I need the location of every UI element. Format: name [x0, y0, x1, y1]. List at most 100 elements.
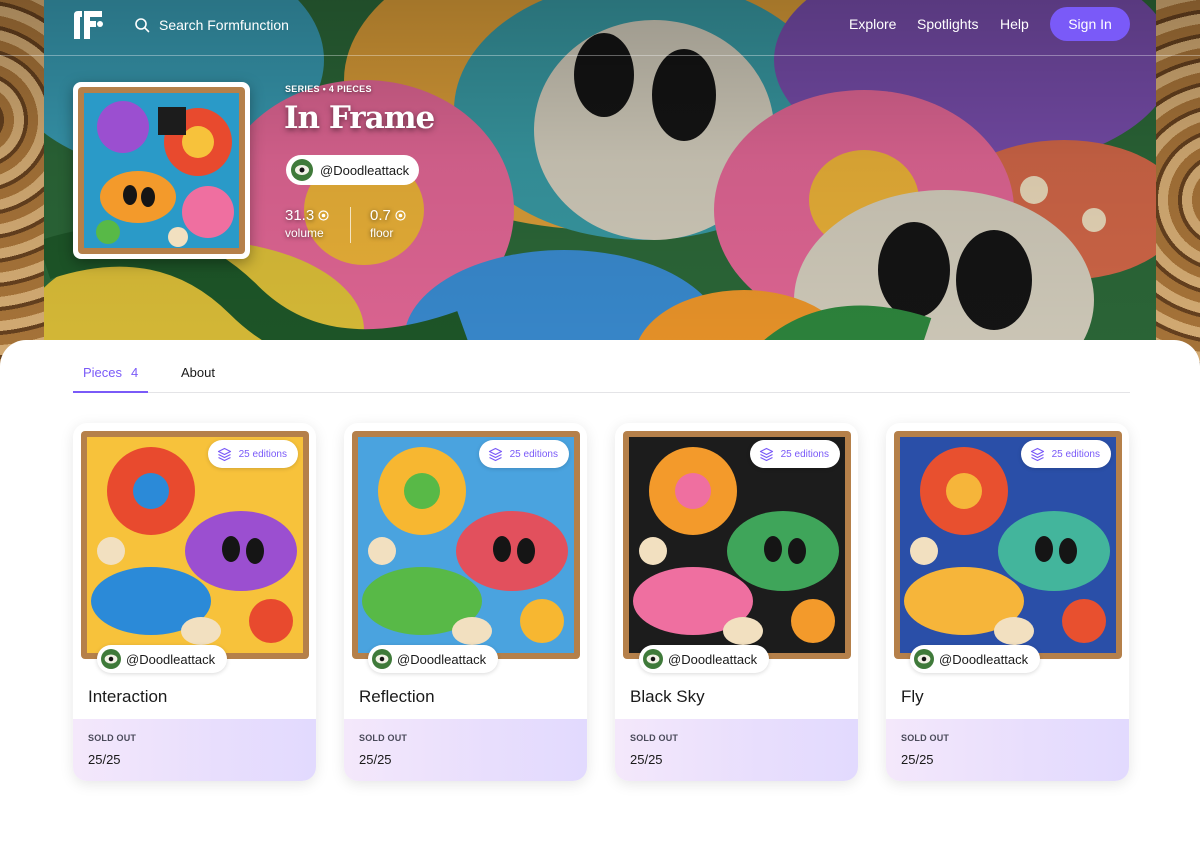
piece-title: Fly: [901, 687, 924, 706]
artwork-shape: [723, 617, 763, 645]
artwork-shape: [97, 537, 125, 565]
floor-value: 0.7: [370, 207, 391, 224]
artwork-shape: [994, 617, 1034, 645]
artwork-shape: [727, 511, 839, 591]
piece-creator-name: @Doodleattack: [126, 651, 216, 667]
series-cover-artwork: [78, 87, 245, 254]
top-nav: Search Formfunction Explore Spotlights H…: [0, 0, 1200, 56]
volume-label: volume: [285, 226, 324, 240]
sale-supply: 25/25: [88, 752, 121, 767]
artwork-shape: [910, 537, 938, 565]
creator-avatar: [643, 649, 663, 669]
artwork-shape: [185, 511, 297, 591]
artwork-shape: [517, 538, 535, 564]
layers-icon: [759, 447, 773, 461]
series-tabs: Pieces 4 About: [73, 365, 1130, 393]
artwork-shape: [1059, 538, 1077, 564]
artwork-shape: [998, 511, 1110, 591]
tezos-coin-icon: [395, 210, 406, 221]
piece-creator-pill[interactable]: @Doodleattack: [368, 645, 499, 673]
piece-card[interactable]: 25 editions @Doodleattack Interaction SO…: [73, 423, 316, 781]
formfunction-logo-icon[interactable]: [72, 11, 104, 39]
search-icon: [135, 18, 150, 33]
editions-badge: 25 editions: [207, 440, 298, 468]
sale-supply: 25/25: [630, 752, 663, 767]
sale-status: SOLD OUT: [901, 733, 950, 743]
sale-status: SOLD OUT: [359, 733, 408, 743]
series-creator-name: @Doodleattack: [320, 162, 410, 178]
piece-creator-pill[interactable]: @Doodleattack: [639, 645, 770, 673]
artwork-shape: [493, 536, 511, 562]
nav-explore-link[interactable]: Explore: [849, 16, 896, 32]
editions-count: 25 editions: [238, 448, 287, 460]
piece-title: Black Sky: [630, 687, 705, 706]
piece-card[interactable]: 25 editions @Doodleattack Reflection SOL…: [344, 423, 587, 781]
sale-status: SOLD OUT: [630, 733, 679, 743]
creator-avatar: [101, 649, 121, 669]
piece-card[interactable]: 25 editions @Doodleattack Black Sky SOLD…: [615, 423, 858, 781]
nav-spotlights-link[interactable]: Spotlights: [917, 16, 978, 32]
series-cover-image[interactable]: [73, 82, 250, 259]
search-input[interactable]: Search Formfunction: [159, 17, 289, 33]
piece-creator-name: @Doodleattack: [668, 651, 758, 667]
artwork-shape: [404, 473, 440, 509]
artwork-shape: [456, 511, 568, 591]
sale-status: SOLD OUT: [88, 733, 137, 743]
search-bar[interactable]: Search Formfunction: [134, 14, 334, 36]
tab-pieces-label: Pieces: [83, 365, 123, 380]
piece-creator-pill[interactable]: @Doodleattack: [97, 645, 228, 673]
artwork-shape: [452, 617, 492, 645]
piece-sale-footer: SOLD OUT 25/25: [344, 719, 587, 781]
layers-icon: [217, 447, 231, 461]
series-creator-pill[interactable]: @Doodleattack: [286, 155, 420, 185]
piece-title: Interaction: [88, 687, 168, 706]
layers-icon: [488, 447, 502, 461]
artwork-shape: [791, 599, 835, 643]
artwork-shape: [788, 538, 806, 564]
stat-divider: [350, 207, 351, 243]
series-volume-stat: 31.3 volume: [285, 207, 329, 240]
tezos-coin-icon: [318, 210, 329, 221]
sign-in-button[interactable]: Sign In: [1050, 7, 1130, 41]
artwork-shape: [764, 536, 782, 562]
piece-sale-footer: SOLD OUT 25/25: [886, 719, 1129, 781]
piece-creator-name: @Doodleattack: [397, 651, 487, 667]
artwork-shape: [1035, 536, 1053, 562]
content-panel: Pieces 4 About 25 editions @Doodleattack …: [0, 340, 1200, 862]
sale-supply: 25/25: [901, 752, 934, 767]
sale-supply: 25/25: [359, 752, 392, 767]
creator-avatar: [914, 649, 934, 669]
tab-pieces[interactable]: Pieces 4: [73, 365, 148, 393]
editions-count: 25 editions: [780, 448, 829, 460]
piece-card[interactable]: 25 editions @Doodleattack Fly SOLD OUT 2…: [886, 423, 1129, 781]
piece-title: Reflection: [359, 687, 435, 706]
editions-badge: 25 editions: [1020, 440, 1111, 468]
layers-icon: [1030, 447, 1044, 461]
series-floor-stat: 0.7 floor: [370, 207, 406, 240]
artwork-shape: [133, 473, 169, 509]
tab-about[interactable]: About: [181, 365, 215, 393]
nav-help-link[interactable]: Help: [1000, 16, 1029, 32]
piece-sale-footer: SOLD OUT 25/25: [615, 719, 858, 781]
artwork-shape: [246, 538, 264, 564]
creator-avatar: [372, 649, 392, 669]
editions-badge: 25 editions: [478, 440, 569, 468]
series-meta: SERIES • 4 PIECES: [285, 84, 372, 94]
editions-count: 25 editions: [509, 448, 558, 460]
floor-label: floor: [370, 226, 394, 240]
tab-pieces-count: 4: [131, 365, 139, 380]
piece-creator-name: @Doodleattack: [939, 651, 1029, 667]
editions-count: 25 editions: [1051, 448, 1100, 460]
series-title: In Frame: [284, 100, 435, 136]
creator-avatar: [291, 159, 313, 181]
artwork-shape: [639, 537, 667, 565]
artwork-shape: [946, 473, 982, 509]
piece-creator-pill[interactable]: @Doodleattack: [910, 645, 1041, 673]
volume-value: 31.3: [285, 207, 315, 224]
artwork-shape: [675, 473, 711, 509]
artwork-shape: [222, 536, 240, 562]
artwork-shape: [181, 617, 221, 645]
artwork-shape: [249, 599, 293, 643]
artwork-shape: [1062, 599, 1106, 643]
artwork-shape: [520, 599, 564, 643]
